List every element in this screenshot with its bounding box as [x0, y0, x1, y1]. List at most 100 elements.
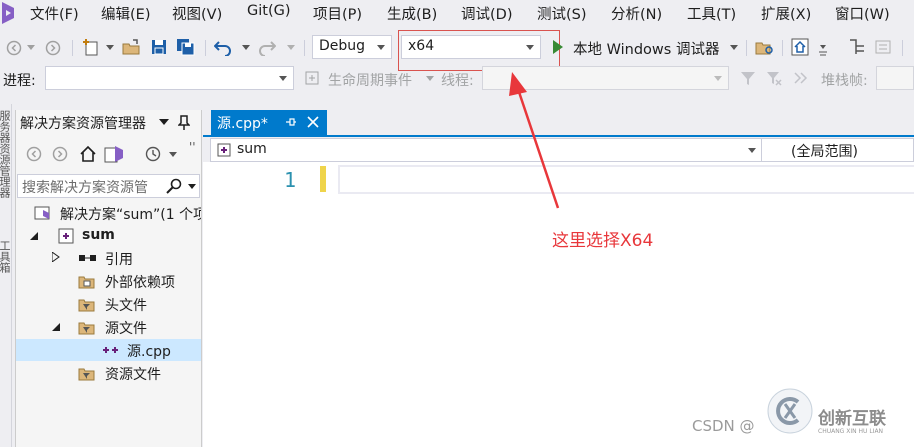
menu-git[interactable]: Git(G): [247, 3, 291, 19]
menu-bar: 文件(F) 编辑(E) 视图(V) Git(G) 项目(P) 生成(B) 调试(…: [0, 0, 914, 26]
navigate-forward-icon[interactable]: [52, 146, 68, 162]
current-line-highlight[interactable]: [338, 165, 914, 194]
global-scope-dropdown[interactable]: (全局范围): [791, 141, 858, 161]
expand-collapse-icon[interactable]: [793, 70, 809, 86]
menu-project[interactable]: 项目(P): [313, 3, 362, 24]
pin-icon[interactable]: [178, 115, 190, 131]
find-in-files-icon[interactable]: [755, 38, 775, 56]
solution-configuration-dropdown[interactable]: Debug: [312, 35, 392, 59]
chevron-down-icon[interactable]: [242, 45, 250, 51]
search-icon[interactable]: [166, 178, 182, 194]
server-explorer-tab[interactable]: 服务器资源管理器: [0, 110, 12, 198]
lifecycle-events-icon: [305, 71, 319, 85]
tree-item-external-dependencies[interactable]: 外部依赖项: [16, 270, 201, 292]
home-icon[interactable]: [79, 145, 97, 163]
filter-folder-icon: [78, 322, 95, 335]
toolbar-separator: [72, 40, 73, 56]
open-file-icon[interactable]: [122, 38, 140, 56]
chevron-down-icon: [279, 76, 287, 81]
menu-analyze[interactable]: 分析(N): [611, 3, 662, 24]
overflow-icon[interactable]: '': [189, 140, 196, 154]
save-icon[interactable]: [150, 38, 168, 56]
brand-watermark-pinyin: CHUANG XIN HU LIAN: [818, 428, 884, 435]
process-dropdown[interactable]: [45, 66, 294, 90]
navigate-back-icon[interactable]: [26, 146, 42, 162]
new-project-icon[interactable]: [82, 38, 100, 56]
home-icon[interactable]: [791, 38, 809, 56]
csdn-watermark: CSDN @: [692, 417, 755, 435]
menu-build[interactable]: 生成(B): [387, 3, 437, 24]
chevron-down-icon[interactable]: [188, 184, 196, 190]
tree-item-solution[interactable]: 解决方案“sum”(1 个项: [16, 202, 201, 224]
filter-toggle-icon[interactable]: [766, 70, 782, 86]
process-label: 进程:: [3, 73, 36, 89]
chevron-down-icon[interactable]: [169, 152, 177, 158]
solution-explorer-title: 解决方案资源管理器: [20, 116, 146, 132]
navigate-back-icon[interactable]: [6, 40, 22, 56]
switch-views-icon[interactable]: [104, 145, 124, 163]
filter-folder-icon: [78, 299, 95, 312]
close-icon[interactable]: [307, 116, 319, 128]
navbar-divider: [761, 139, 762, 161]
tree-item-label: 源.cpp: [127, 344, 171, 360]
pending-changes-filter-icon[interactable]: [145, 146, 161, 162]
chevron-down-icon[interactable]: [748, 148, 756, 154]
tree-item-label: 头文件: [105, 298, 147, 314]
pin-tab-icon[interactable]: [285, 116, 297, 128]
side-tool-strip: 服务器资源管理器 工具箱: [0, 104, 12, 447]
tree-item-source-cpp[interactable]: 源.cpp: [16, 339, 201, 361]
highlight-box: [398, 30, 560, 71]
toolbar-separator: [782, 40, 783, 56]
tab-source-cpp[interactable]: 源.cpp*: [211, 110, 327, 135]
start-debugging-icon[interactable]: [552, 40, 564, 54]
collapsed-arrow-icon[interactable]: [52, 252, 60, 262]
stack-frame-dropdown[interactable]: [876, 66, 914, 90]
menu-file[interactable]: 文件(F): [30, 3, 79, 24]
solution-configuration-value: Debug: [319, 38, 366, 54]
brand-watermark: 创新互联: [818, 409, 886, 429]
project-scope-dropdown[interactable]: sum: [237, 141, 267, 157]
expanded-arrow-icon[interactable]: [30, 232, 38, 240]
chevron-down-icon[interactable]: [730, 45, 738, 51]
menu-debug[interactable]: 调试(D): [461, 3, 512, 24]
save-all-icon[interactable]: [176, 38, 196, 56]
redo-icon[interactable]: [258, 38, 276, 56]
toolbox-tab[interactable]: 工具箱: [0, 240, 12, 273]
lifecycle-events-button[interactable]: 生命周期事件: [328, 70, 412, 90]
chevron-down-icon: [377, 45, 385, 50]
expanded-arrow-icon[interactable]: [52, 323, 60, 331]
comment-icon[interactable]: [874, 38, 892, 56]
chevron-down-icon: [714, 76, 722, 81]
brand-logo-icon: [767, 388, 813, 434]
tree-item-label: sum: [82, 227, 115, 243]
chevron-down-icon[interactable]: [27, 45, 35, 51]
chevron-down-icon[interactable]: [106, 45, 114, 51]
chevron-down-icon[interactable]: [159, 119, 169, 125]
menu-extensions[interactable]: 扩展(X): [761, 3, 811, 24]
references-icon: [79, 255, 96, 261]
project-icon: [217, 143, 231, 157]
step-into-icon[interactable]: [848, 38, 866, 56]
toolbar-separator: [304, 40, 305, 56]
solution-icon: [34, 206, 50, 220]
project-icon: [58, 228, 74, 244]
menu-view[interactable]: 视图(V): [172, 3, 222, 24]
external-dependencies-icon: [78, 276, 95, 289]
menu-tools[interactable]: 工具(T): [687, 3, 736, 24]
tree-item-project[interactable]: sum: [16, 225, 201, 247]
tree-item-label: 源文件: [105, 321, 147, 337]
menu-edit[interactable]: 编辑(E): [101, 3, 150, 24]
toolbar-separator: [746, 40, 747, 56]
tree-item-source-files[interactable]: 源文件: [16, 316, 201, 338]
undo-icon[interactable]: [214, 38, 232, 56]
tree-item-references[interactable]: 引用: [16, 247, 201, 269]
filter-icon[interactable]: [740, 70, 756, 86]
tree-item-header-files[interactable]: 头文件: [16, 293, 201, 315]
toolbar-options-icon[interactable]: [818, 42, 828, 56]
tree-item-resource-files[interactable]: 资源文件: [16, 362, 201, 384]
chevron-down-icon[interactable]: [287, 45, 295, 51]
navigate-forward-icon[interactable]: [45, 40, 61, 56]
start-debugging-button[interactable]: 本地 Windows 调试器: [573, 38, 719, 59]
menu-test[interactable]: 测试(S): [537, 3, 587, 24]
menu-window[interactable]: 窗口(W): [835, 3, 890, 24]
